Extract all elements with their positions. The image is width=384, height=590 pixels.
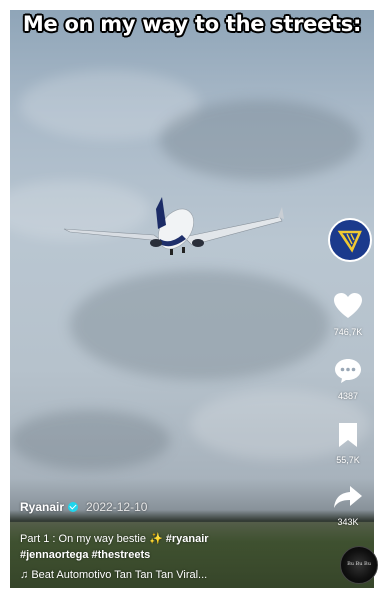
hashtag[interactable]: #ryanair	[166, 533, 209, 545]
post-date: 2022-12-10	[86, 500, 148, 514]
music-title: Beat Automotivo Tan Tan Tan Viral...	[31, 569, 208, 581]
comment-button[interactable]: 4387	[322, 358, 374, 401]
hashtag[interactable]: #thestreets	[92, 549, 151, 561]
disc-label: Bu Bu Bu	[347, 561, 371, 567]
bookmark-icon	[339, 423, 357, 447]
music-row[interactable]: ♫ Beat Automotivo Tan Tan Tan Viral...	[20, 569, 207, 581]
cloud	[160, 100, 360, 180]
author-row: Ryanair 2022-12-10	[20, 500, 147, 514]
sparkle-emoji: ✨	[149, 533, 163, 545]
music-disc[interactable]: Bu Bu Bu	[340, 546, 378, 584]
verified-badge-icon	[68, 502, 79, 512]
music-note-icon: ♫	[20, 569, 29, 581]
video-description[interactable]: Part 1 : On my way bestie ✨ #ryanair #je…	[20, 531, 320, 563]
description-text: Part 1 : On my way bestie	[20, 533, 146, 545]
hashtag[interactable]: #jennaortega	[20, 549, 88, 561]
save-count: 55,7K	[336, 455, 360, 465]
heart-icon	[334, 293, 362, 318]
share-icon	[334, 486, 362, 508]
ryanair-harp-icon	[337, 230, 362, 253]
author-name[interactable]: Ryanair	[20, 500, 64, 514]
comment-count: 4387	[337, 391, 359, 401]
share-count: 343K	[337, 517, 359, 527]
creator-avatar[interactable]	[328, 218, 372, 262]
airplane-image	[63, 197, 284, 255]
screenshot-frame: Me on my way to the streets: 746,7K 4387…	[0, 0, 384, 590]
video-caption-title: Me on my way to the streets:	[22, 12, 362, 36]
share-button[interactable]: 343K	[322, 484, 374, 527]
cloud	[10, 410, 170, 470]
like-count: 746,7K	[333, 327, 363, 337]
comment-icon	[335, 359, 361, 383]
cloud	[70, 270, 330, 380]
like-button[interactable]: 746,7K	[322, 292, 374, 337]
save-button[interactable]: 55,7K	[322, 422, 374, 465]
